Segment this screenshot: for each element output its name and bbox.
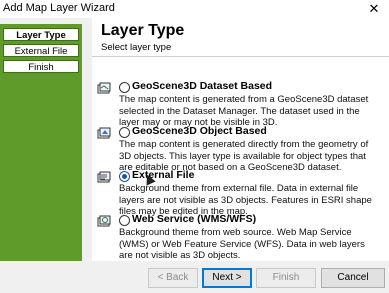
back-button[interactable]: < Back [148, 268, 198, 288]
next-button[interactable]: Next > [202, 268, 252, 288]
option-label-external-file[interactable]: External File [132, 169, 194, 181]
title-bar: Add Map Layer Wizard ✕ [0, 0, 389, 18]
radio-external-file[interactable] [119, 171, 130, 182]
option-desc-dataset-based: The map content is generated from a GeoS… [119, 94, 369, 128]
page-title: Layer Type [101, 22, 185, 39]
wizard-window: Add Map Layer Wizard ✕ Layer Type Extern… [0, 0, 389, 293]
radio-object-based[interactable] [119, 127, 130, 138]
web-service-layer-icon [97, 215, 111, 227]
radio-dataset-based[interactable] [119, 82, 130, 93]
radio-web-service[interactable] [119, 215, 130, 226]
option-label-web-service[interactable]: Web Service (WMS/WFS) [132, 213, 256, 225]
step-layer-type[interactable]: Layer Type [3, 28, 79, 41]
option-desc-web-service: Background theme from web source. Web Ma… [119, 227, 365, 261]
option-label-dataset-based[interactable]: GeoScene3D Dataset Based [132, 80, 272, 92]
option-label-object-based[interactable]: GeoScene3D Object Based [132, 125, 267, 137]
wizard-steps-sidebar: Layer Type External File Finish [0, 24, 82, 261]
external-file-layer-icon [97, 171, 111, 183]
window-title: Add Map Layer Wizard [3, 2, 115, 14]
step-finish[interactable]: Finish [3, 60, 79, 73]
header-divider [92, 56, 389, 57]
page-subtitle: Select layer type [101, 42, 172, 53]
dataset-layer-icon [97, 82, 111, 94]
close-icon[interactable]: ✕ [361, 0, 387, 18]
finish-button[interactable]: Finish [256, 268, 316, 288]
cancel-button[interactable]: Cancel [321, 268, 385, 288]
object-layer-icon [97, 127, 111, 139]
step-external-file[interactable]: External File [3, 44, 79, 57]
